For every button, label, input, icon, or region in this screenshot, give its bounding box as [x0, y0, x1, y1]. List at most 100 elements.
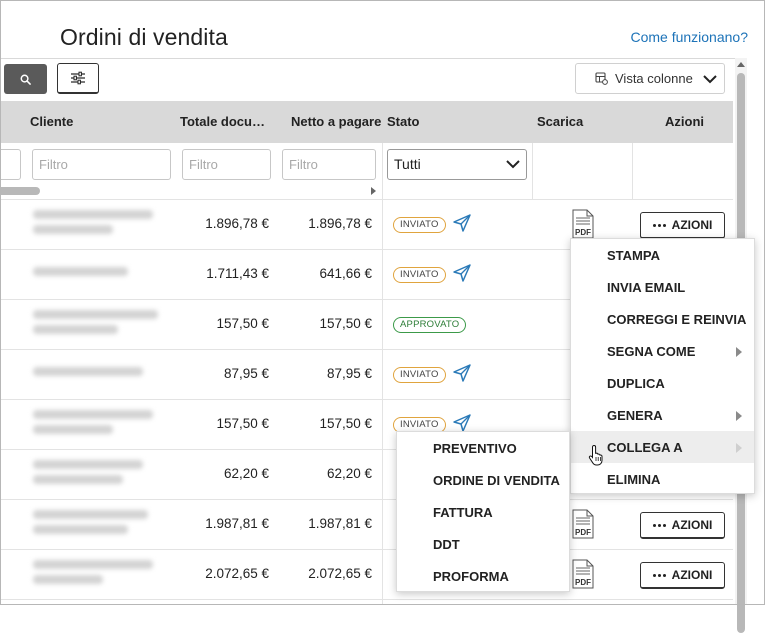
customer-name-redacted: [33, 560, 153, 590]
hand-cursor-icon: [588, 444, 603, 466]
menu-item-elimina[interactable]: ELIMINA: [571, 463, 754, 495]
chevron-down-icon: [506, 160, 520, 169]
cell-totale: 157,50 €: [216, 316, 269, 331]
cell-netto: 87,95 €: [326, 366, 372, 381]
submenu-arrow-icon: [736, 443, 742, 453]
column-header-netto[interactable]: Netto a pagare: [291, 114, 381, 129]
status-badge: INVIATO: [393, 217, 446, 233]
sliders-icon: [71, 71, 85, 85]
menu-item-label: SEGNA COME: [607, 344, 696, 359]
submenu-item-proforma[interactable]: PROFORMA: [397, 560, 569, 592]
status-badge: APPROVATO: [393, 317, 467, 333]
menu-item-stampa[interactable]: STAMPA: [571, 239, 754, 271]
cell-totale: 1.711,43 €: [206, 266, 269, 281]
table-row[interactable]: 2.072,65 € 2.072,65 € PDF AZIONI: [0, 550, 733, 600]
sent-plane-icon[interactable]: [452, 363, 472, 383]
actions-button[interactable]: AZIONI: [640, 212, 725, 239]
pdf-label: PDF: [575, 528, 591, 537]
more-dots-icon: [652, 523, 666, 527]
cell-netto: 157,50 €: [319, 316, 372, 331]
filter-input-cliente[interactable]: Filtro: [32, 149, 171, 180]
cell-totale: 87,95 €: [223, 366, 269, 381]
actions-button[interactable]: AZIONI: [640, 562, 725, 589]
menu-item-label: GENERA: [607, 408, 663, 423]
more-dots-icon: [652, 223, 666, 227]
column-header-totale[interactable]: Totale docu…: [180, 114, 265, 129]
column-header-scarica: Scarica: [537, 114, 584, 129]
column-divider: [532, 143, 533, 200]
cell-netto: 2.072,65 €: [308, 566, 372, 581]
column-header-cliente[interactable]: Cliente: [30, 114, 73, 129]
menu-item-invia-email[interactable]: INVIA EMAIL: [571, 271, 754, 303]
pdf-download-icon[interactable]: PDF: [571, 559, 595, 589]
customer-name-redacted: [33, 210, 153, 240]
customer-name-redacted: [33, 360, 153, 390]
submenu-item-ordine-vendita[interactable]: ORDINE DI VENDITA: [397, 464, 569, 496]
search-icon: [20, 74, 31, 85]
search-button[interactable]: [4, 64, 47, 94]
sent-plane-icon[interactable]: [452, 213, 472, 233]
pdf-label: PDF: [575, 578, 591, 587]
cell-totale: 1.896,78 €: [205, 216, 269, 231]
cell-totale: 1.987,81 €: [205, 516, 269, 531]
sent-plane-icon[interactable]: [452, 263, 472, 283]
status-badge: INVIATO: [393, 367, 446, 383]
cell-netto: 1.987,81 €: [308, 516, 372, 531]
submenu-item-ddt[interactable]: DDT: [397, 528, 569, 560]
customer-name-redacted: [33, 410, 153, 440]
cell-netto: 1.896,78 €: [308, 216, 372, 231]
actions-button-label: AZIONI: [671, 218, 713, 232]
submenu-item-fattura[interactable]: FATTURA: [397, 496, 569, 528]
cell-netto: 157,50 €: [319, 416, 372, 431]
cell-totale: 62,20 €: [223, 466, 269, 481]
column-divider: [632, 143, 633, 200]
status-badge: INVIATO: [393, 267, 446, 283]
page-title: Ordini di vendita: [60, 24, 228, 50]
customer-name-redacted: [33, 510, 153, 540]
pdf-label: PDF: [575, 228, 591, 237]
actions-button[interactable]: AZIONI: [640, 512, 725, 539]
scroll-right-arrow[interactable]: [371, 187, 376, 195]
sent-plane-icon[interactable]: [452, 413, 472, 433]
actions-button-label: AZIONI: [671, 518, 713, 532]
cell-totale: 157,50 €: [216, 416, 269, 431]
customer-name-redacted: [33, 310, 158, 340]
menu-item-genera[interactable]: GENERA: [571, 399, 754, 431]
table-header: Cliente Totale docu… Netto a pagare Stat…: [0, 101, 733, 143]
submenu-item-preventivo[interactable]: PREVENTIVO: [397, 432, 569, 464]
pdf-download-icon[interactable]: PDF: [571, 209, 595, 239]
cell-totale: 2.072,65 €: [205, 566, 269, 581]
pdf-download-icon[interactable]: PDF: [571, 509, 595, 539]
actions-button-label: AZIONI: [671, 568, 713, 582]
filter-input-netto[interactable]: Filtro: [282, 149, 376, 180]
filter-row: Filtro Filtro Filtro Tutti: [0, 143, 733, 200]
cell-netto: 62,20 €: [326, 466, 372, 481]
column-header-stato[interactable]: Stato: [387, 114, 420, 129]
submenu-arrow-icon: [736, 411, 742, 421]
status-filter-select[interactable]: Tutti: [387, 149, 527, 180]
column-header-azioni: Azioni: [665, 114, 704, 129]
customer-name-redacted: [33, 260, 153, 290]
columns-icon: [595, 72, 608, 85]
horizontal-scrollbar-thumb[interactable]: [0, 187, 40, 195]
menu-item-label: COLLEGA A: [607, 440, 683, 455]
customer-name-redacted: [33, 460, 153, 490]
menu-item-segna-come[interactable]: SEGNA COME: [571, 335, 754, 367]
help-link[interactable]: Come funzionano?: [630, 29, 748, 45]
table-row[interactable]: 1.987,81 € 1.987,81 € PDF AZIONI: [0, 500, 733, 550]
columns-view-button[interactable]: Vista colonne: [575, 63, 725, 94]
columns-view-label: Vista colonne: [615, 71, 693, 86]
chevron-down-icon: [703, 75, 717, 84]
submenu-arrow-icon: [736, 347, 742, 357]
status-filter-value: Tutti: [394, 156, 421, 172]
scroll-up-arrow[interactable]: [737, 62, 745, 67]
filter-button[interactable]: [57, 63, 99, 94]
toolbar-divider: [0, 58, 736, 59]
menu-item-duplica[interactable]: DUPLICA: [571, 367, 754, 399]
menu-item-correggi-reinvia[interactable]: CORREGGI E REINVIA: [571, 303, 754, 335]
link-submenu: PREVENTIVO ORDINE DI VENDITA FATTURA DDT…: [396, 431, 570, 592]
more-dots-icon: [652, 573, 666, 577]
filter-input-partial[interactable]: [0, 149, 21, 180]
filter-input-totale[interactable]: Filtro: [182, 149, 271, 180]
cell-netto: 641,66 €: [319, 266, 372, 281]
